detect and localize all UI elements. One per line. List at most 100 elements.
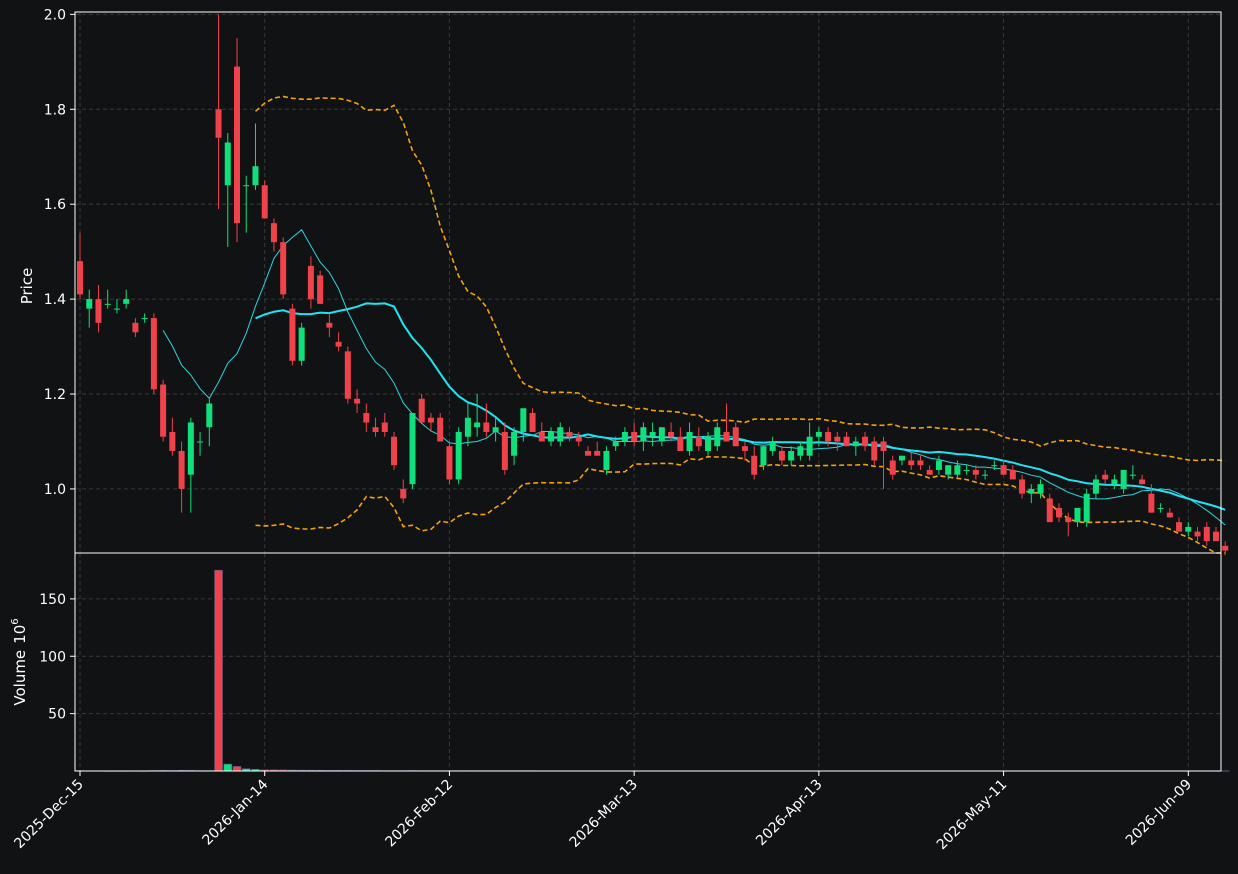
candle-body — [363, 413, 370, 423]
candle-body — [584, 450, 591, 456]
candle-body — [825, 431, 832, 442]
candle-body — [1111, 479, 1118, 485]
candle-body — [169, 431, 176, 451]
candle-body — [649, 431, 656, 437]
candle-body — [280, 242, 287, 295]
candle-body — [104, 303, 111, 305]
candle-body — [483, 422, 490, 432]
candle-body — [206, 403, 213, 428]
candle-body — [926, 469, 933, 475]
candle-body — [732, 427, 739, 447]
candle-body — [224, 142, 231, 186]
price-tick-label: 1.0 — [44, 482, 66, 498]
candle-body — [326, 322, 333, 328]
candle-body — [123, 299, 130, 304]
candle-body — [714, 427, 721, 447]
candle-body — [464, 417, 471, 437]
candle-body — [612, 441, 619, 447]
candle-body — [1037, 484, 1044, 494]
price-tick-label: 1.2 — [44, 387, 66, 403]
candle-body — [391, 436, 398, 466]
candle-body — [1148, 493, 1155, 513]
candle-body — [501, 431, 508, 470]
candle-body — [1139, 479, 1146, 485]
candle-body — [1000, 465, 1007, 475]
candle-body — [751, 455, 758, 475]
candle-body — [788, 450, 795, 461]
candle-body — [843, 436, 850, 447]
candle-body — [566, 431, 573, 437]
price-tick-label: 1.8 — [44, 102, 66, 118]
candle-body — [862, 436, 869, 447]
candle-body — [991, 465, 998, 467]
candle-body — [723, 431, 730, 442]
candle-body — [631, 431, 638, 442]
candle-body — [557, 427, 564, 442]
candle-body — [289, 308, 296, 361]
candle-body — [160, 384, 167, 437]
volume-bar — [232, 766, 242, 772]
candle-body — [1185, 526, 1192, 532]
candle-body — [769, 441, 776, 451]
candle-body — [1046, 498, 1053, 523]
candle-body — [982, 474, 989, 476]
candle-body — [1074, 507, 1081, 523]
stock-chart: 1.01.21.41.61.82.0 50100150 2025-Dec-15 2… — [0, 0, 1238, 874]
candle-body — [575, 436, 582, 442]
candle-body — [400, 488, 407, 499]
volume-bar — [223, 763, 233, 772]
candle-body — [705, 436, 712, 451]
candle-body — [852, 441, 859, 447]
candle-body — [197, 441, 204, 443]
candle-body — [695, 436, 702, 447]
candle-body — [335, 341, 342, 347]
candle-body — [1194, 531, 1201, 537]
candle-body — [455, 431, 462, 480]
price-tick-label: 2.0 — [44, 7, 66, 23]
volume-axis-unit: 10 — [11, 625, 29, 644]
candle-body — [243, 185, 250, 187]
candle-body — [427, 417, 434, 423]
candle-body — [437, 417, 444, 442]
candle-body — [317, 275, 324, 304]
candle-body — [252, 166, 259, 186]
candle-body — [548, 431, 555, 442]
candle-body — [344, 351, 351, 399]
chart-background — [0, 0, 1238, 874]
volume-bar — [214, 569, 223, 772]
candle-body — [1157, 507, 1164, 509]
volume-axis-label-text: Volume — [11, 650, 29, 706]
candle-body — [86, 299, 93, 309]
candle-body — [95, 299, 102, 323]
candle-body — [677, 436, 684, 451]
candle-body — [178, 450, 185, 489]
candle-body — [132, 322, 139, 333]
candle-body — [187, 422, 194, 475]
volume-axis-unit-exp: 6 — [10, 618, 21, 624]
candle-body — [529, 413, 536, 432]
candle-body — [603, 450, 610, 470]
candle-body — [815, 431, 822, 437]
candle-body — [889, 460, 896, 475]
candle-body — [1129, 474, 1136, 476]
candle-body — [1222, 545, 1229, 551]
price-tick-label: 1.4 — [44, 292, 66, 308]
candle-body — [307, 265, 314, 300]
candle-body — [381, 422, 388, 432]
candle-body — [1176, 522, 1183, 532]
price-tick-label: 1.6 — [44, 197, 66, 213]
candle-body — [270, 223, 277, 243]
candle-body — [834, 436, 841, 442]
candle-body — [806, 436, 813, 456]
candle-body — [474, 422, 481, 428]
candle-body — [1166, 512, 1173, 518]
candle-body — [215, 109, 222, 138]
candle-body — [409, 413, 416, 485]
candle-body — [972, 469, 979, 475]
candle-body — [298, 327, 305, 361]
candle-body — [898, 455, 905, 461]
candle-body — [954, 465, 961, 475]
candle-body — [963, 469, 970, 471]
candle-body — [76, 261, 84, 295]
candle-body — [908, 460, 915, 466]
